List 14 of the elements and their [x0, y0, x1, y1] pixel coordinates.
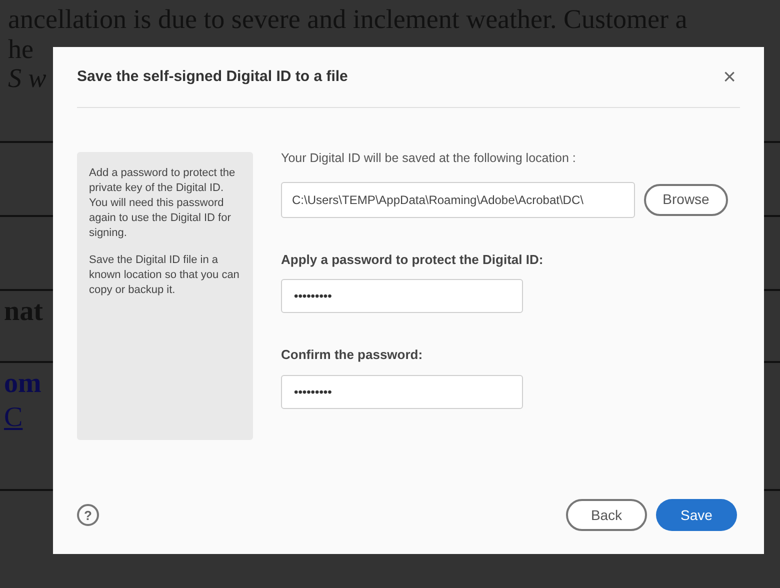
browse-button[interactable]: Browse — [644, 184, 728, 216]
location-label: Your Digital ID will be saved at the following location : — [281, 150, 577, 167]
info-text: Add a password to protect the private key of the Digital ID. You will need this password again to use the Digital ID for signing. — [89, 166, 236, 241]
password-label: Apply a password to protect the Digital ID: — [281, 250, 544, 269]
confirm-password-field[interactable]: ••••••••• — [281, 374, 523, 409]
password-field[interactable]: ••••••••• — [281, 279, 523, 314]
close-button[interactable]: × — [723, 66, 736, 88]
save-button[interactable]: Save — [656, 499, 737, 531]
back-button[interactable]: Back — [566, 499, 647, 531]
location-field[interactable]: C:\Users\TEMP\AppData\Roaming\Adobe\Acrobat\DC\ — [281, 182, 635, 218]
dialog-title: Save the self-signed Digital ID to a file — [77, 66, 348, 87]
help-button[interactable]: ? — [77, 504, 99, 526]
confirm-password-label: Confirm the password: — [281, 346, 424, 364]
info-text: Save the Digital ID file in a known location so that you can copy or backup it. — [89, 253, 240, 298]
